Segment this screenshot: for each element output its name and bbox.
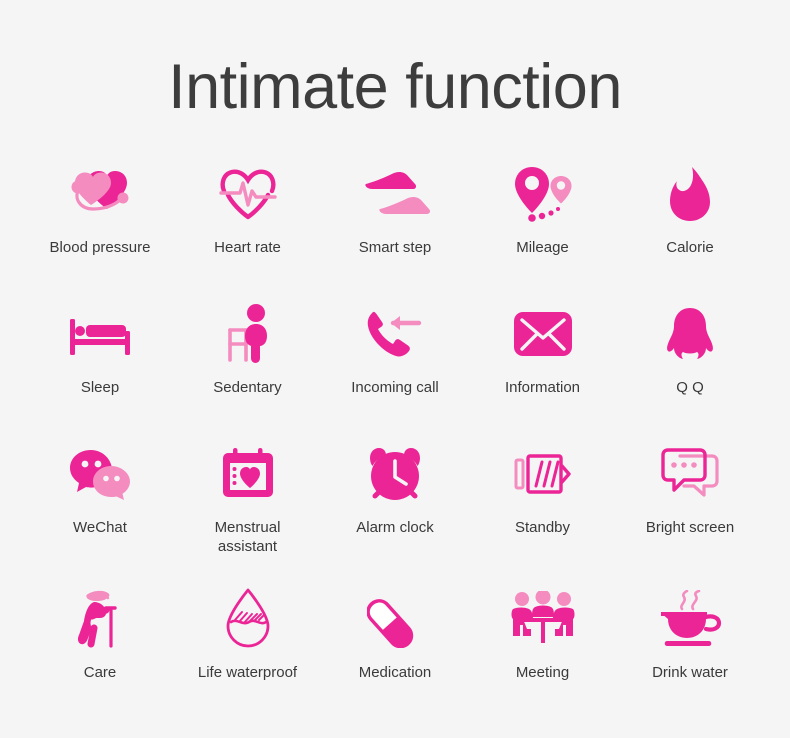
feature-item-wechat[interactable]: WeChat [32, 439, 168, 538]
feature-label: Blood pressure [49, 239, 151, 256]
feature-label: Sleep [80, 379, 120, 396]
feature-label: Standby [514, 519, 571, 536]
meeting-icon [507, 584, 579, 654]
medication-icon [359, 584, 431, 654]
feature-row: Sleep Sedentary Incoming call Informatio… [32, 299, 758, 439]
life-waterproof-icon [212, 584, 284, 654]
feature-label: Care [83, 664, 117, 681]
standby-icon [507, 439, 579, 509]
feature-item-calorie[interactable]: Calorie [622, 159, 758, 258]
feature-label: Menstrual assistant [214, 519, 281, 555]
feature-label: Q Q [676, 379, 704, 396]
smart-step-icon [359, 159, 431, 229]
feature-item-care[interactable]: Care [32, 584, 168, 683]
information-icon [507, 299, 579, 369]
feature-item-meeting[interactable]: Meeting [475, 584, 611, 683]
feature-item-standby[interactable]: Standby [475, 439, 611, 538]
feature-label: Medication [358, 664, 432, 681]
feature-item-sedentary[interactable]: Sedentary [180, 299, 316, 398]
feature-item-medication[interactable]: Medication [327, 584, 463, 683]
feature-row: Care Life waterproof Medication Meeting … [32, 584, 758, 724]
feature-label: Bright screen [645, 519, 735, 536]
feature-label: Mileage [516, 239, 569, 256]
care-icon [64, 584, 136, 654]
feature-label: Smart step [358, 239, 432, 256]
feature-item-mileage[interactable]: Mileage [475, 159, 611, 258]
feature-item-menstrual-assistant[interactable]: Menstrual assistant [180, 439, 316, 557]
feature-item-drink-water[interactable]: Drink water [622, 584, 758, 683]
feature-label: Information [504, 379, 581, 396]
feature-item-alarm-clock[interactable]: Alarm clock [327, 439, 463, 538]
feature-label: Drink water [652, 664, 728, 681]
feature-label: Life waterproof [197, 664, 298, 681]
feature-label: Meeting [515, 664, 570, 681]
page-title: Intimate function [168, 52, 622, 122]
bright-screen-icon [654, 439, 726, 509]
feature-label: Heart rate [214, 239, 281, 256]
feature-item-heart-rate[interactable]: Heart rate [180, 159, 316, 258]
feature-label: Calorie [666, 239, 714, 256]
feature-label: Alarm clock [356, 519, 434, 536]
menstrual-assistant-icon [212, 439, 284, 509]
feature-item-life-waterproof[interactable]: Life waterproof [180, 584, 316, 683]
feature-item-qq[interactable]: Q Q [622, 299, 758, 398]
feature-item-information[interactable]: Information [475, 299, 611, 398]
feature-label: Incoming call [351, 379, 439, 396]
feature-item-smart-step[interactable]: Smart step [327, 159, 463, 258]
sleep-icon [64, 299, 136, 369]
wechat-icon [64, 439, 136, 509]
alarm-clock-icon [359, 439, 431, 509]
feature-label: Sedentary [213, 379, 282, 396]
qq-icon [654, 299, 726, 369]
incoming-call-icon [359, 299, 431, 369]
feature-item-blood-pressure[interactable]: Blood pressure [32, 159, 168, 258]
feature-item-bright-screen[interactable]: Bright screen [622, 439, 758, 538]
mileage-icon [507, 159, 579, 229]
sedentary-icon [212, 299, 284, 369]
feature-row: WeChat Menstrual assistant Alarm clock S… [32, 439, 758, 584]
feature-row: Blood pressure Heart rate Smart step Mil… [32, 159, 758, 299]
intimate-function-page: Intimate function Blood pressure Heart r… [0, 0, 790, 738]
heart-rate-icon [212, 159, 284, 229]
blood-pressure-icon [64, 159, 136, 229]
feature-item-incoming-call[interactable]: Incoming call [327, 299, 463, 398]
calorie-icon [654, 159, 726, 229]
drink-water-icon [654, 584, 726, 654]
feature-label: WeChat [73, 519, 127, 536]
feature-grid: Blood pressure Heart rate Smart step Mil… [0, 159, 790, 724]
feature-item-sleep[interactable]: Sleep [32, 299, 168, 398]
